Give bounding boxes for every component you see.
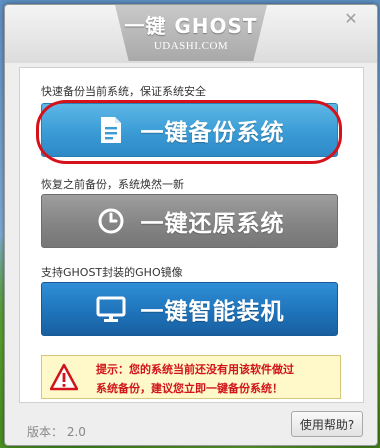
app-subtitle: UDASHI.COM xyxy=(153,40,229,52)
clock-icon xyxy=(95,205,127,237)
help-button[interactable]: 使用帮助? xyxy=(291,411,363,437)
tip-box: 提示：您的系统当前还没有用该软件做过 系统备份，建议您立即一键备份系统！ xyxy=(41,355,341,399)
document-icon xyxy=(95,114,127,146)
version-label: 版本： 2.0 xyxy=(27,425,86,439)
app-title: 一键 GHOST xyxy=(124,14,258,38)
app-window: 一键 GHOST UDASHI.COM ✕ 快速备份当前系统，保证系统安全 一键… xyxy=(4,4,378,446)
restore-caption: 恢复之前备份，系统焕然一新 xyxy=(41,178,184,191)
title-bar[interactable]: 一键 GHOST UDASHI.COM ✕ xyxy=(5,5,377,63)
backup-system-button[interactable]: 一键备份系统 xyxy=(41,103,338,157)
monitor-icon xyxy=(95,293,127,325)
backup-caption: 快速备份当前系统，保证系统安全 xyxy=(41,85,206,98)
restore-system-button[interactable]: 一键还原系统 xyxy=(41,194,338,248)
close-icon: ✕ xyxy=(344,9,358,28)
install-caption: 支持GHOST封装的GHO镜像 xyxy=(41,266,183,279)
smart-install-button[interactable]: 一键智能装机 xyxy=(41,282,338,336)
restore-system-label: 一键还原系统 xyxy=(140,211,285,237)
warning-icon xyxy=(49,363,79,391)
close-button[interactable]: ✕ xyxy=(343,11,359,27)
tip-text-line1: 提示：您的系统当前还没有用该软件做过 xyxy=(96,363,294,376)
tip-text-line2: 系统备份，建议您立即一键备份系统！ xyxy=(96,382,283,395)
backup-system-label: 一键备份系统 xyxy=(140,120,285,146)
smart-install-label: 一键智能装机 xyxy=(140,299,285,325)
